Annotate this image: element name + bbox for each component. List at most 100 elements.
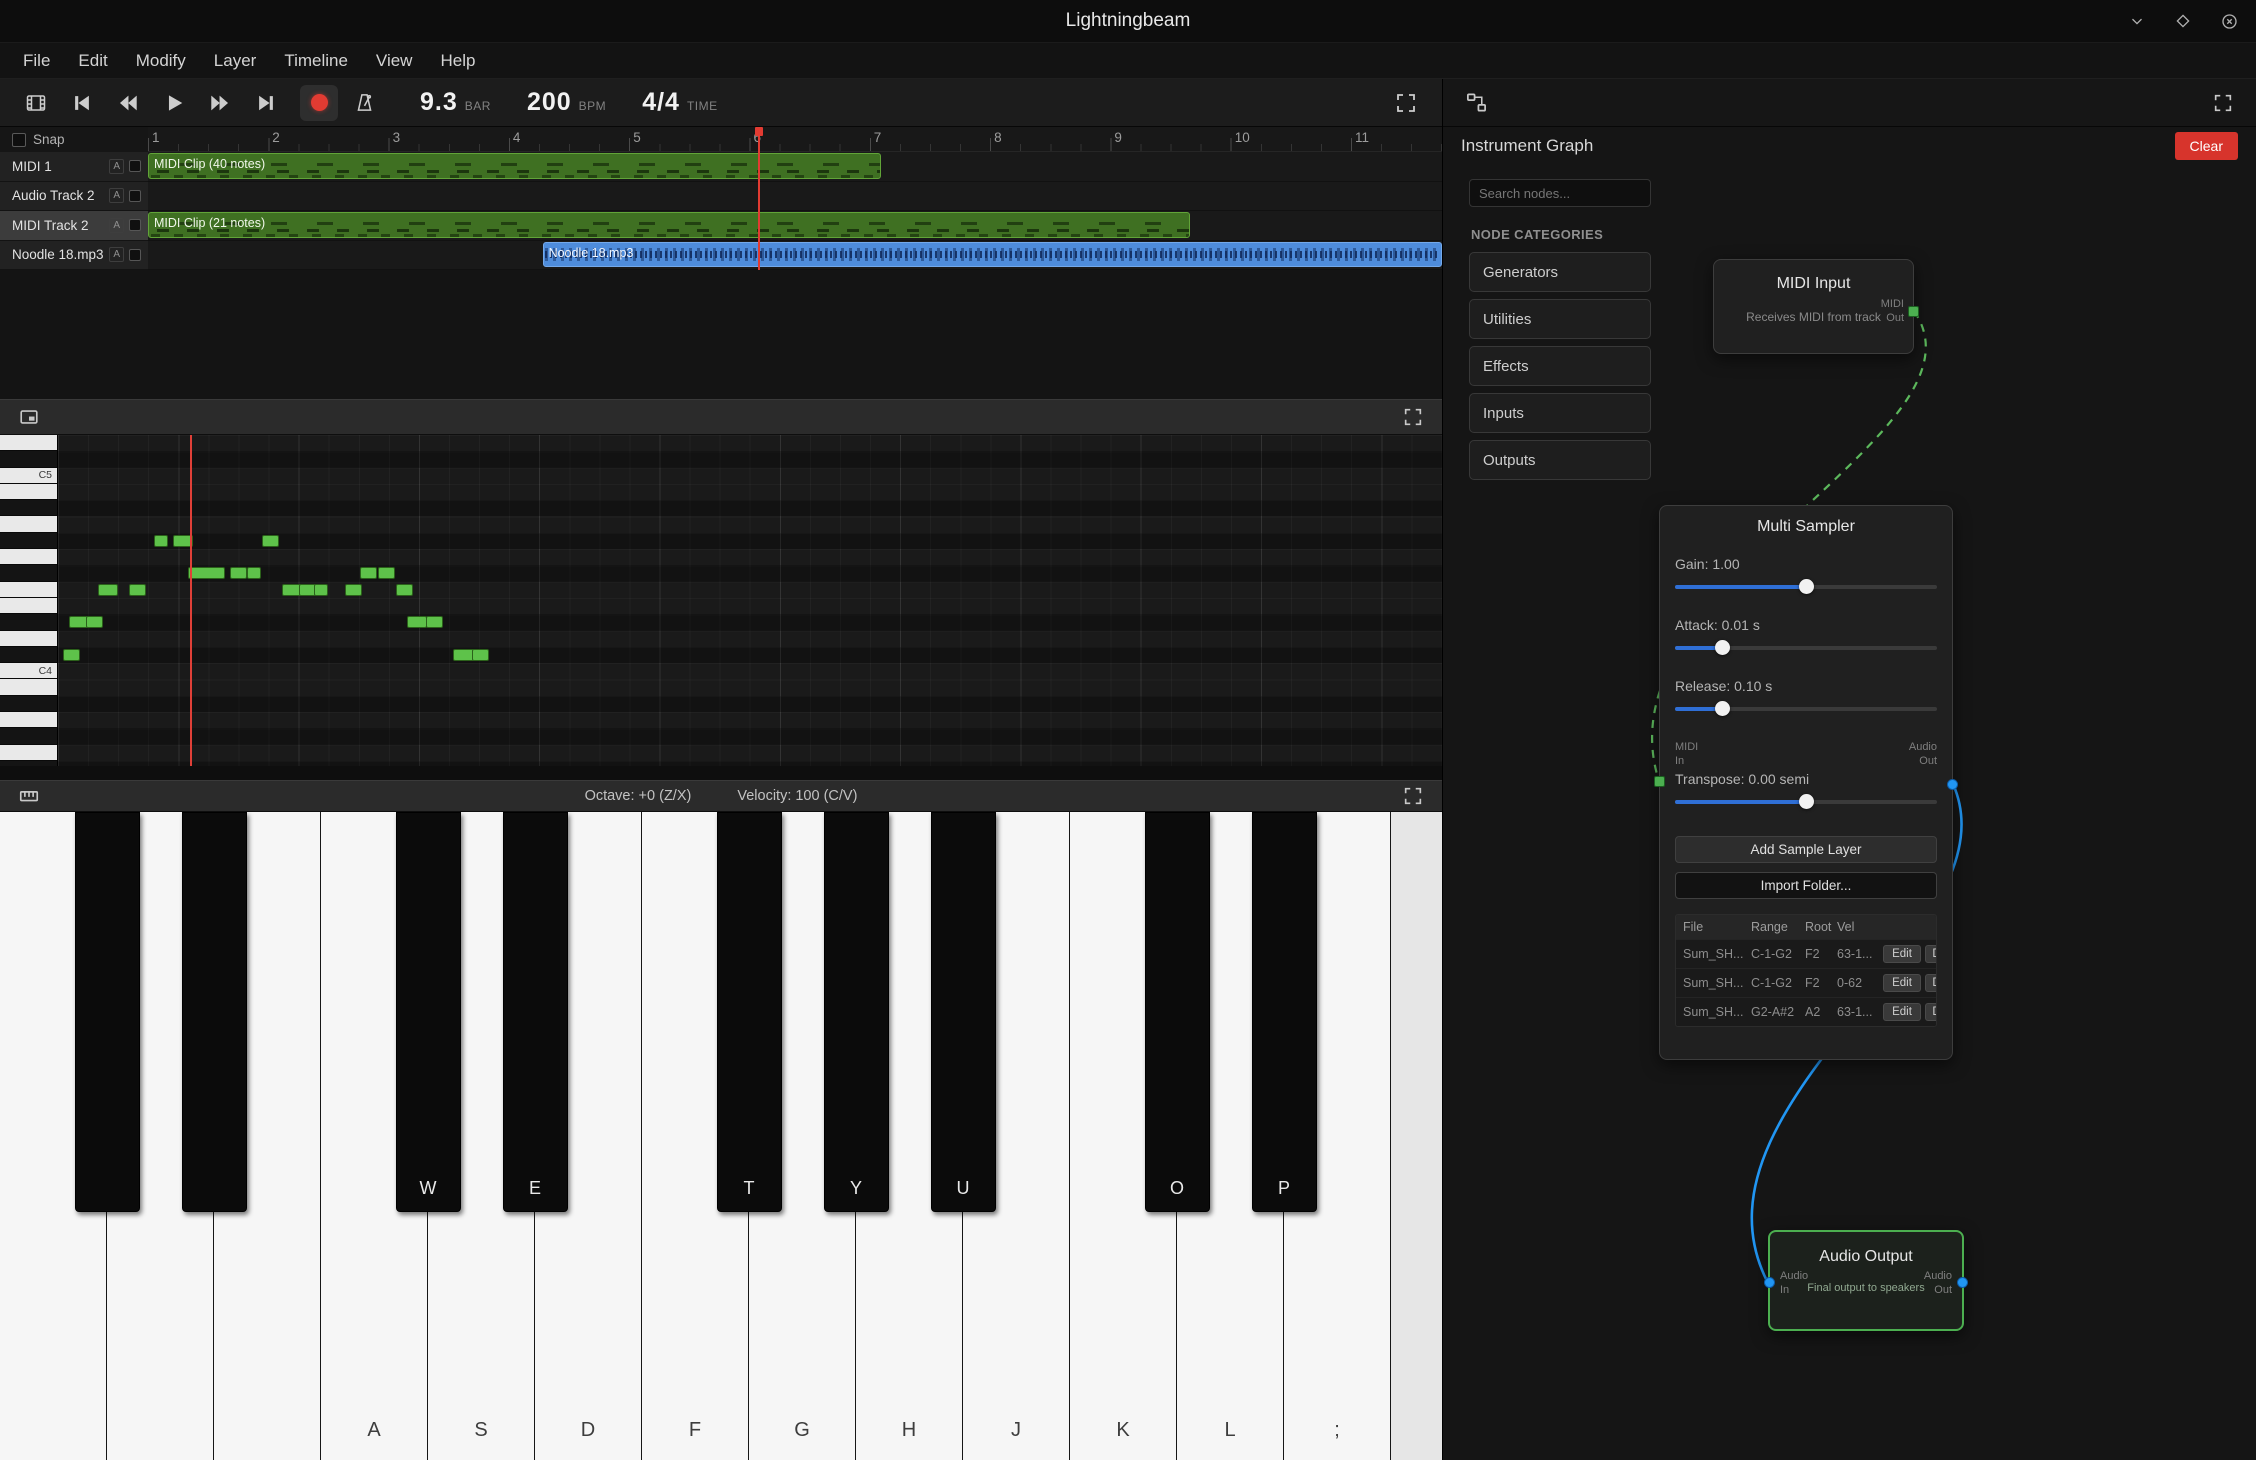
menu-item-view[interactable]: View [363,46,426,76]
film-icon[interactable] [16,85,56,121]
add-sample-layer-button[interactable]: Add Sample Layer [1675,836,1937,863]
piano-roll-key[interactable] [0,500,57,516]
piano-roll-key[interactable] [0,549,57,565]
midi-note[interactable] [230,567,247,579]
category-inputs[interactable]: Inputs [1469,393,1651,433]
keyboard-fullscreen-icon[interactable] [1396,782,1430,810]
search-nodes-input[interactable] [1469,179,1651,207]
category-effects[interactable]: Effects [1469,346,1651,386]
track-lane[interactable]: Noodle 18.mp3 [148,241,1442,271]
rewind-button[interactable] [108,85,148,121]
midi-note[interactable] [345,584,362,596]
node-graph-icon[interactable] [1459,89,1493,117]
graph-fullscreen-icon[interactable] [2206,89,2240,117]
piano-roll-key[interactable] [0,484,57,500]
piano-roll-playhead[interactable] [190,435,192,766]
midi-note[interactable] [396,584,413,596]
keyboard-icon[interactable] [12,782,46,810]
black-key[interactable]: W [396,812,461,1212]
skip-start-button[interactable] [62,85,102,121]
metronome-button[interactable] [344,85,384,121]
chevron-down-icon[interactable] [2126,10,2148,32]
piano-roll-key[interactable] [0,647,57,663]
slider-knob[interactable] [1799,794,1814,809]
track-lane[interactable]: MIDI Clip (40 notes) [148,152,1442,182]
midi-clip[interactable]: MIDI Clip (40 notes) [148,153,881,179]
midi-note[interactable] [378,567,395,579]
midi-note[interactable] [188,567,225,579]
edit-sample-button[interactable]: Edit [1883,974,1921,992]
import-folder-button[interactable]: Import Folder... [1675,872,1937,899]
midi-out-port[interactable] [1908,306,1919,317]
midi-note[interactable] [262,535,279,547]
param-slider[interactable] [1675,794,1937,810]
piano-roll-key[interactable] [0,435,57,451]
category-outputs[interactable]: Outputs [1469,440,1651,480]
menu-item-timeline[interactable]: Timeline [271,46,361,76]
midi-note[interactable] [129,584,146,596]
black-key[interactable]: U [931,812,996,1212]
midi-note[interactable] [407,616,427,628]
midi-clip[interactable]: MIDI Clip (21 notes) [148,212,1190,238]
piano-roll-key[interactable] [0,582,57,598]
menu-item-help[interactable]: Help [427,46,488,76]
piano-roll-key[interactable] [0,745,57,761]
close-icon[interactable] [2218,10,2240,32]
piano-roll-key[interactable] [0,451,57,467]
piano-roll-key[interactable] [0,712,57,728]
track-checkbox[interactable] [129,249,141,261]
midi-note[interactable] [154,535,168,547]
timeline-playhead[interactable] [758,127,760,270]
midi-note[interactable] [247,567,261,579]
sampler-midi-in-port[interactable] [1654,776,1665,787]
slider-knob[interactable] [1715,701,1730,716]
piano-roll-fullscreen-icon[interactable] [1396,403,1430,431]
black-key[interactable]: P [1252,812,1317,1212]
piano-roll-key[interactable]: C4 [0,663,57,679]
black-key[interactable] [75,812,140,1212]
multi-sampler-node[interactable]: Multi Sampler Gain: 1.00Attack: 0.01 sRe… [1659,505,1953,1060]
audio-clip[interactable]: Noodle 18.mp3 [543,242,1442,268]
delete-sample-button[interactable]: Del [1925,1003,1937,1021]
delete-sample-button[interactable]: Del [1925,945,1937,963]
piano-roll-grid[interactable] [58,435,1442,766]
menu-item-modify[interactable]: Modify [123,46,199,76]
param-slider[interactable] [1675,579,1937,595]
play-button[interactable] [154,85,194,121]
menu-item-file[interactable]: File [10,46,63,76]
white-key[interactable] [1391,812,1442,1460]
piano-roll-key[interactable]: C5 [0,468,57,484]
piano-roll-key[interactable] [0,761,57,766]
midi-note[interactable] [314,584,328,596]
midi-note[interactable] [86,616,103,628]
track-header[interactable]: MIDI 1A [0,152,148,182]
piano-roll-key[interactable] [0,598,57,614]
param-slider[interactable] [1675,640,1937,656]
piano-roll-key[interactable] [0,533,57,549]
graph-canvas[interactable]: NODE CATEGORIES GeneratorsUtilitiesEffec… [1443,165,2256,1460]
black-key[interactable]: E [503,812,568,1212]
track-header[interactable]: Noodle 18.mp3A [0,241,148,271]
midi-note[interactable] [63,649,80,661]
piano-roll-key[interactable] [0,614,57,630]
track-checkbox[interactable] [129,190,141,202]
piano-roll-key[interactable] [0,516,57,532]
black-key[interactable]: T [717,812,782,1212]
slider-knob[interactable] [1715,640,1730,655]
record-button[interactable] [300,85,338,121]
delete-sample-button[interactable]: Del [1925,974,1937,992]
clear-graph-button[interactable]: Clear [2175,132,2238,160]
fullscreen-icon[interactable] [1386,85,1426,121]
menu-item-layer[interactable]: Layer [201,46,270,76]
sampler-audio-out-port[interactable] [1947,779,1958,790]
edit-sample-button[interactable]: Edit [1883,945,1921,963]
output-audio-in-port[interactable] [1764,1277,1775,1288]
midi-input-node[interactable]: MIDI Input Receives MIDI from track MIDI… [1713,259,1914,354]
track-lane[interactable] [148,182,1442,212]
edit-sample-button[interactable]: Edit [1883,1003,1921,1021]
param-slider[interactable] [1675,701,1937,717]
menu-item-edit[interactable]: Edit [65,46,120,76]
category-utilities[interactable]: Utilities [1469,299,1651,339]
output-audio-out-port[interactable] [1957,1277,1968,1288]
black-key[interactable]: O [1145,812,1210,1212]
